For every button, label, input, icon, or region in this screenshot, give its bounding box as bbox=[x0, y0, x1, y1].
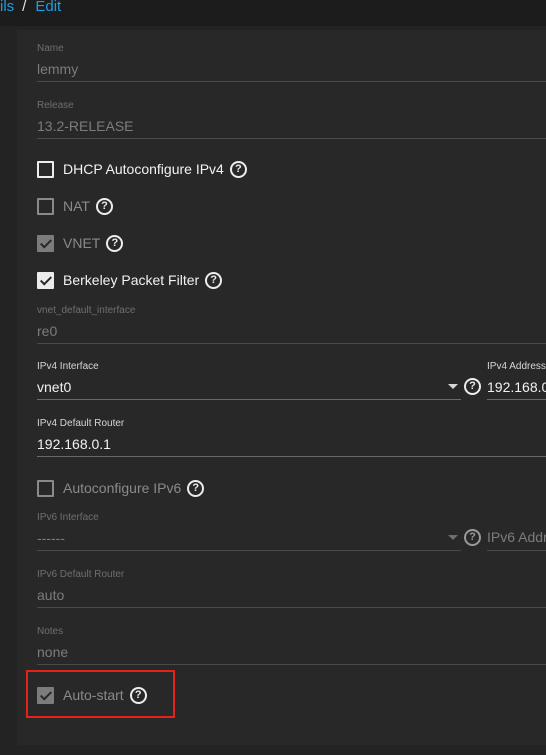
vnet-checkbox-label: VNET bbox=[63, 235, 101, 251]
autoconf-ipv6-help-icon[interactable]: ? bbox=[187, 479, 205, 497]
ipv6-interface-label: IPv6 Interface bbox=[37, 512, 99, 523]
ipv4-address-value: 192.168.0 bbox=[487, 379, 546, 395]
notes-label: Notes bbox=[37, 626, 64, 637]
release-underline bbox=[37, 138, 546, 139]
nat-checkbox[interactable]: NAT ? bbox=[37, 196, 113, 216]
highlight-box bbox=[26, 670, 175, 718]
ipv6-interface-value: ------ bbox=[37, 530, 65, 546]
breadcrumb-separator: / bbox=[22, 0, 27, 15]
release-value: 13.2-RELEASE bbox=[37, 118, 134, 134]
dhcp-help-icon[interactable]: ? bbox=[229, 160, 247, 178]
dhcp-autoconfigure-ipv4-checkbox[interactable]: DHCP Autoconfigure IPv4 ? bbox=[37, 159, 247, 179]
ipv6-address-field[interactable]: IPv6 Addr bbox=[487, 512, 546, 552]
breadcrumb-current[interactable]: Edit bbox=[35, 0, 61, 15]
berkeley-packet-filter-checkbox[interactable]: Berkeley Packet Filter ? bbox=[37, 270, 223, 290]
vnet-checkbox[interactable]: VNET ? bbox=[37, 233, 124, 253]
ipv6-interface-dropdown-icon[interactable] bbox=[448, 535, 458, 540]
ipv4-interface-underline bbox=[37, 399, 461, 400]
vnet-default-interface-value: re0 bbox=[37, 323, 58, 339]
ipv6-address-underline bbox=[487, 550, 546, 551]
name-field[interactable]: Name lemmy bbox=[37, 43, 546, 83]
ipv4-interface-dropdown-icon[interactable] bbox=[448, 384, 458, 389]
release-label: Release bbox=[37, 100, 74, 111]
ipv6-interface-select[interactable]: IPv6 Interface ------ bbox=[37, 512, 461, 552]
ipv4-default-router-field[interactable]: IPv4 Default Router 192.168.0.1 bbox=[37, 418, 546, 458]
nat-checkbox-label: NAT bbox=[63, 198, 90, 214]
vnet-default-interface-underline bbox=[37, 343, 546, 344]
notes-underline bbox=[37, 664, 546, 665]
autoconf-ipv6-checkbox-label: Autoconfigure IPv6 bbox=[63, 480, 182, 496]
name-underline bbox=[37, 81, 546, 82]
ipv6-interface-underline bbox=[37, 550, 461, 551]
nat-help-icon[interactable]: ? bbox=[95, 197, 113, 215]
breadcrumb-parent-link[interactable]: ils bbox=[0, 0, 14, 15]
ipv6-default-router-underline bbox=[37, 607, 546, 608]
ipv6-interface-help-icon[interactable]: ? bbox=[464, 529, 481, 546]
bottom-strip bbox=[0, 745, 546, 755]
ipv4-default-router-value: 192.168.0.1 bbox=[37, 436, 111, 452]
ipv4-default-router-underline bbox=[37, 456, 546, 457]
vnet-default-interface-field[interactable]: vnet_default_interface re0 bbox=[37, 305, 546, 345]
breadcrumb: ils / Edit bbox=[0, 0, 61, 15]
autoconf-ipv6-checkbox-box[interactable] bbox=[37, 479, 54, 497]
ipv6-default-router-value: auto bbox=[37, 587, 65, 603]
dhcp-checkbox-box[interactable] bbox=[37, 160, 54, 178]
bpf-help-icon[interactable]: ? bbox=[205, 271, 223, 289]
ipv4-address-field[interactable]: IPv4 Address 192.168.0 bbox=[487, 361, 546, 401]
top-bar: ils / Edit bbox=[0, 0, 546, 26]
release-field[interactable]: Release 13.2-RELEASE bbox=[37, 100, 546, 140]
autoconfigure-ipv6-checkbox[interactable]: Autoconfigure IPv6 ? bbox=[37, 478, 205, 498]
vnet-checkbox-box[interactable] bbox=[37, 234, 54, 252]
check-icon bbox=[39, 235, 53, 249]
name-label: Name bbox=[37, 43, 64, 54]
ipv4-address-label: IPv4 Address bbox=[487, 361, 546, 372]
name-value: lemmy bbox=[37, 61, 79, 77]
ipv4-interface-value: vnet0 bbox=[37, 379, 72, 395]
ipv4-interface-select[interactable]: IPv4 Interface vnet0 bbox=[37, 361, 461, 401]
ipv4-interface-label: IPv4 Interface bbox=[37, 361, 99, 372]
ipv6-address-placeholder: IPv6 Addr bbox=[487, 529, 546, 545]
ipv4-interface-help-icon[interactable]: ? bbox=[464, 378, 481, 395]
vnet-help-icon[interactable]: ? bbox=[106, 234, 124, 252]
ipv4-default-router-label: IPv4 Default Router bbox=[37, 418, 125, 429]
check-icon bbox=[39, 272, 53, 286]
ipv6-default-router-field[interactable]: IPv6 Default Router auto bbox=[37, 569, 546, 609]
bpf-checkbox-label: Berkeley Packet Filter bbox=[63, 272, 200, 288]
ipv6-default-router-label: IPv6 Default Router bbox=[37, 569, 125, 580]
nat-checkbox-box[interactable] bbox=[37, 197, 54, 215]
ipv4-address-underline bbox=[487, 399, 546, 400]
notes-field[interactable]: Notes none bbox=[37, 626, 546, 666]
notes-value: none bbox=[37, 644, 69, 660]
dhcp-checkbox-label: DHCP Autoconfigure IPv4 bbox=[63, 161, 224, 177]
bpf-checkbox-box[interactable] bbox=[37, 271, 54, 289]
vnet-default-interface-label: vnet_default_interface bbox=[37, 305, 136, 316]
